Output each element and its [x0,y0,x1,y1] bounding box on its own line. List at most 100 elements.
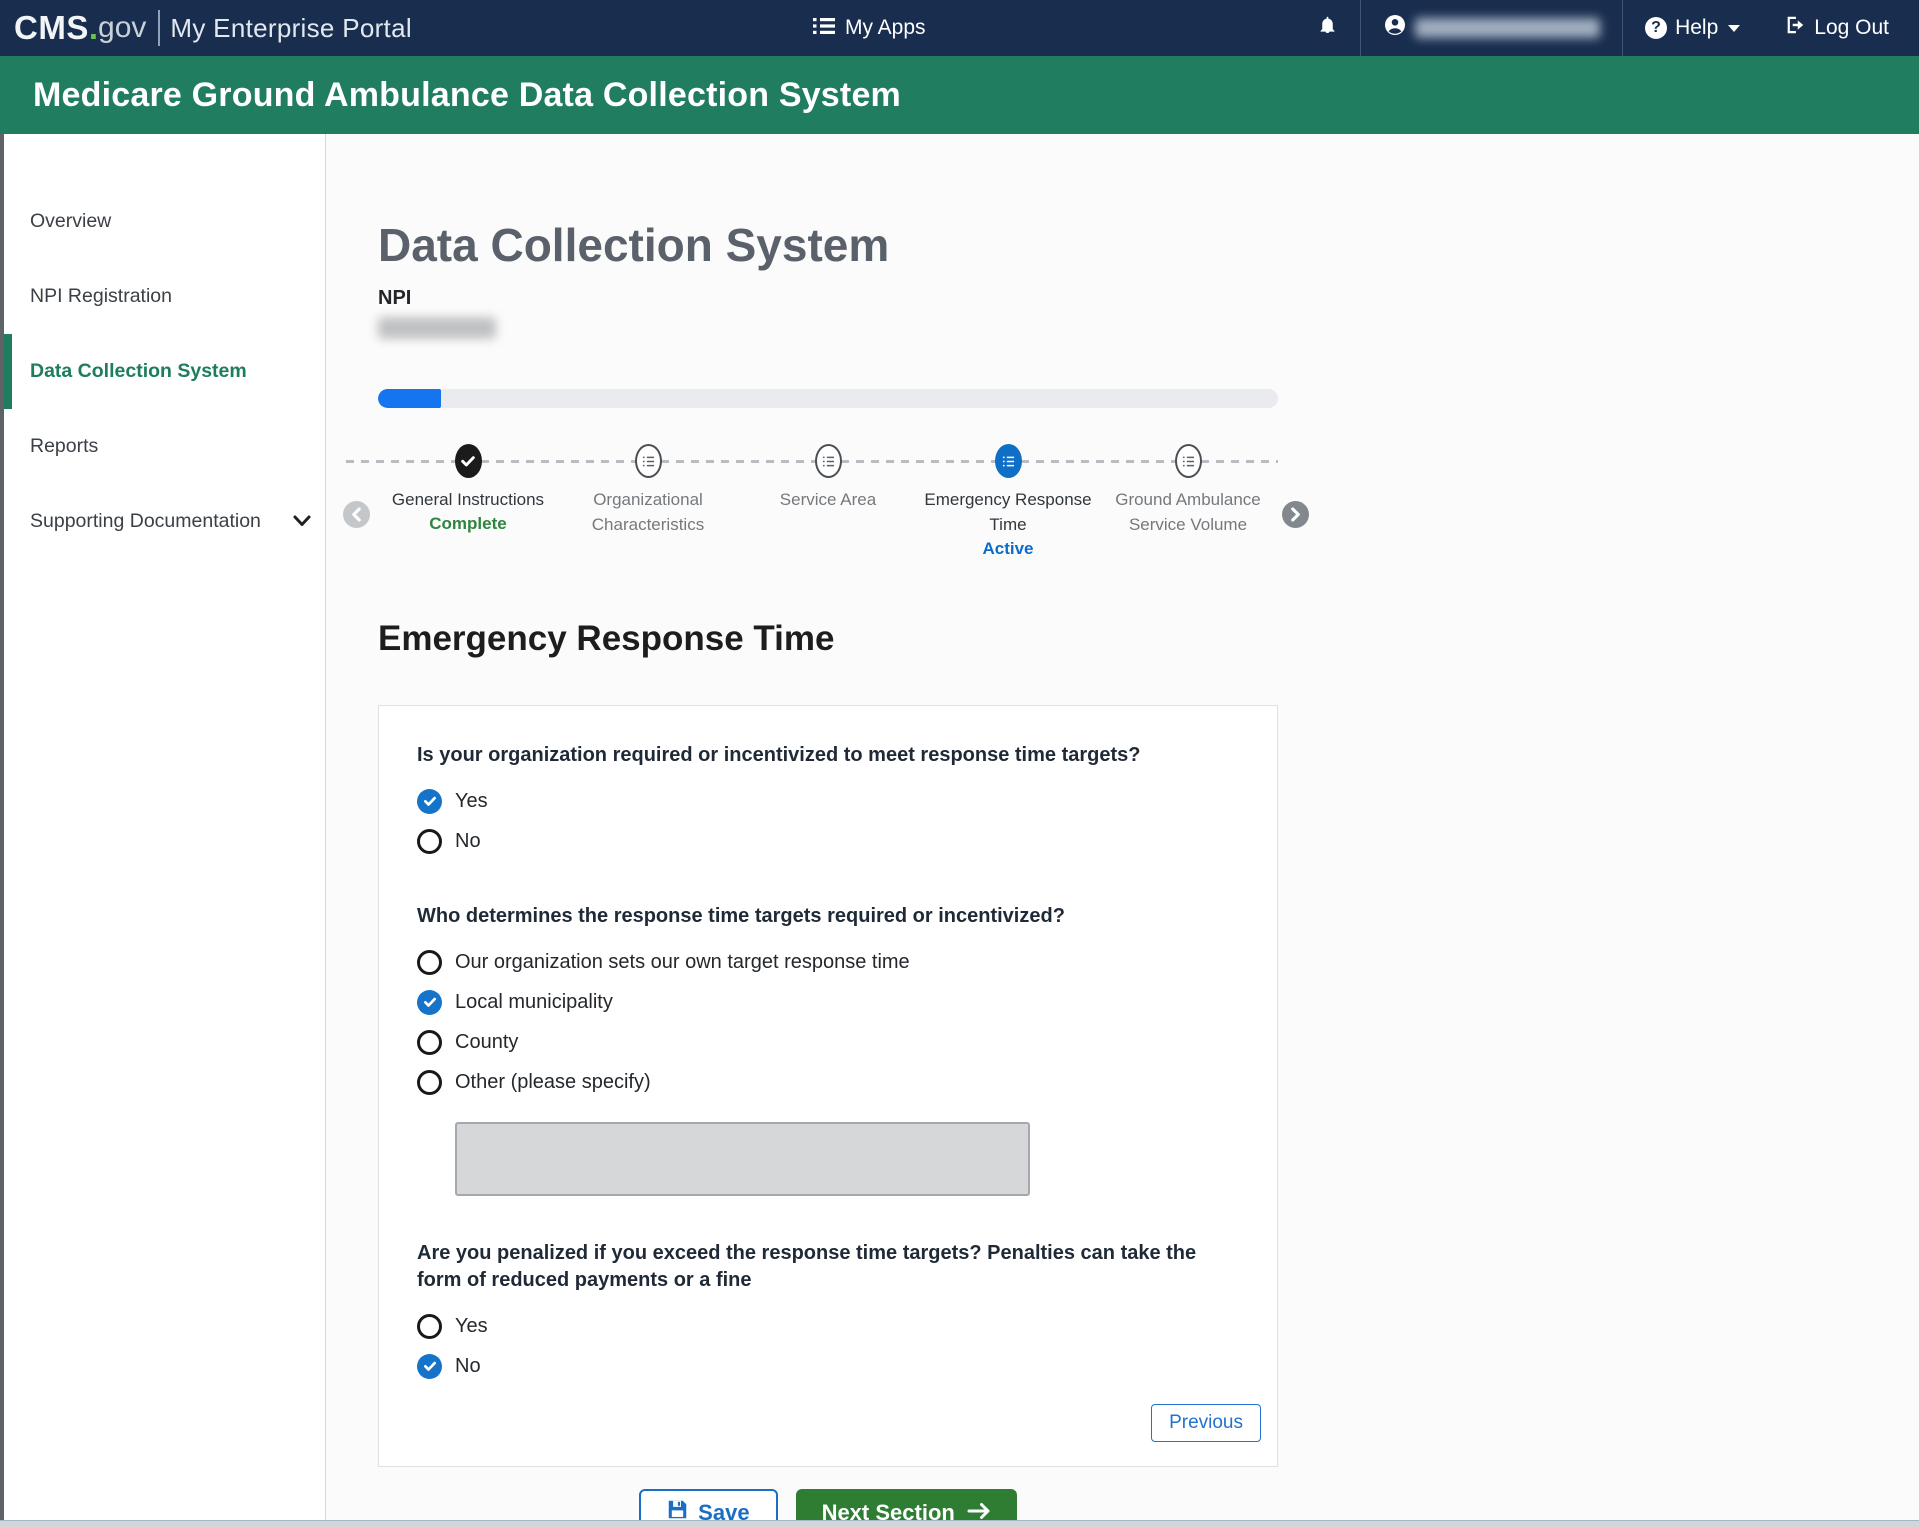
my-apps-label: My Apps [845,16,926,40]
step-label: Emergency Response Time [920,487,1096,537]
other-specify-textarea[interactable] [455,1122,1030,1196]
top-nav-bar: CMS . gov My Enterprise Portal My Apps [0,0,1919,56]
logout-button[interactable]: Log Out [1762,0,1919,56]
progress-bar [378,389,1278,408]
radio-label: Yes [455,790,488,813]
sidebar-item-reports[interactable]: Reports [4,409,325,484]
step-label: Ground Ambulance Service Volume [1100,487,1276,537]
radio-option-yes[interactable]: Yes [417,1306,1237,1346]
bottom-scrollbar-track[interactable] [0,1520,1919,1528]
step-general-instructions: General Instructions Complete [378,444,558,559]
step-ground-ambulance-service-volume: Ground Ambulance Service Volume [1098,444,1278,559]
sidebar-item-label: Overview [30,210,111,233]
help-menu[interactable]: ? Help [1623,0,1762,56]
question-2-text: Who determines the response time targets… [417,903,1227,930]
stepper-prev-arrow[interactable] [343,501,370,528]
question-3-text: Are you penalized if you exceed the resp… [417,1240,1227,1294]
radio-label: No [455,1355,481,1378]
notifications-button[interactable] [1295,0,1360,56]
radio-option-county[interactable]: County [417,1022,1237,1062]
sidebar-item-overview[interactable]: Overview [4,184,325,259]
bell-icon [1317,14,1338,43]
list-icon [812,16,836,41]
step-label: General Instructions [392,487,544,512]
step-status: Complete [429,514,506,534]
radio-checked-icon[interactable] [417,1354,442,1379]
sidebar-item-supporting-documentation[interactable]: Supporting Documentation [4,484,325,559]
sidebar-item-label: Supporting Documentation [30,510,261,533]
radio-unchecked-icon[interactable] [417,829,442,854]
step-list-icon-active[interactable] [995,444,1022,478]
portal-name: My Enterprise Portal [170,13,412,44]
top-right-nav: ? Help Log Out [1295,0,1919,56]
radio-option-local-municipality[interactable]: Local municipality [417,982,1237,1022]
step-list-icon[interactable] [815,444,842,478]
logout-icon [1784,14,1806,42]
section-stepper: General Instructions Complete Organizati… [378,444,1278,559]
sidebar-item-label: NPI Registration [30,285,172,308]
step-complete-check-icon[interactable] [455,444,482,478]
sidebar-item-label: Data Collection System [30,360,247,383]
previous-button[interactable]: Previous [1151,1404,1261,1442]
radio-option-other[interactable]: Other (please specify) [417,1062,1237,1102]
sidebar: Overview NPI Registration Data Collectio… [4,134,326,1528]
logout-label: Log Out [1814,16,1889,40]
step-label: Organizational Characteristics [560,487,736,537]
npi-label: NPI [378,287,1278,310]
step-label: Service Area [780,487,876,512]
radio-label: Our organization sets our own target res… [455,951,910,974]
cms-logo-dot: . [89,9,98,47]
help-label: Help [1675,16,1718,40]
radio-option-own-organization[interactable]: Our organization sets our own target res… [417,942,1237,982]
radio-unchecked-icon[interactable] [417,1030,442,1055]
help-icon: ? [1645,17,1667,39]
radio-option-yes[interactable]: Yes [417,781,1237,821]
user-icon [1383,13,1407,43]
radio-label: Other (please specify) [455,1071,651,1094]
question-1-text: Is your organization required or incenti… [417,742,1227,769]
app-title: Medicare Ground Ambulance Data Collectio… [33,76,901,115]
radio-unchecked-icon[interactable] [417,1070,442,1095]
radio-unchecked-icon[interactable] [417,950,442,975]
step-list-icon[interactable] [1175,444,1202,478]
step-emergency-response-time: Emergency Response Time Active [918,444,1098,559]
card-footer: Previous [417,1404,1261,1442]
radio-unchecked-icon[interactable] [417,1314,442,1339]
stepper-next-arrow[interactable] [1282,501,1309,528]
page: CMS . gov My Enterprise Portal My Apps [0,0,1919,1528]
radio-label: County [455,1031,518,1054]
user-name-redacted [1415,18,1600,38]
cms-logo[interactable]: CMS . gov My Enterprise Portal [0,9,412,47]
page-title: Data Collection System [378,218,1278,273]
main-content: Data Collection System NPI [326,134,1919,1528]
cms-logo-cms: CMS [14,9,89,47]
npi-value-redacted [378,317,496,339]
sidebar-item-label: Reports [30,435,98,458]
radio-option-no[interactable]: No [417,1346,1237,1386]
radio-checked-icon[interactable] [417,789,442,814]
radio-label: Local municipality [455,991,613,1014]
step-organizational-characteristics: Organizational Characteristics [558,444,738,559]
question-card: Is your organization required or incenti… [378,705,1278,1467]
section-title: Emergency Response Time [378,619,1278,659]
question-1-options: Yes No [417,781,1237,861]
progress-fill [378,389,441,408]
body: Overview NPI Registration Data Collectio… [0,134,1919,1528]
question-2-options: Our organization sets our own target res… [417,942,1237,1196]
radio-label: No [455,830,481,853]
radio-label: Yes [455,1315,488,1338]
step-status: Active [982,539,1033,559]
my-apps-button[interactable]: My Apps [812,0,926,56]
sidebar-item-npi-registration[interactable]: NPI Registration [4,259,325,334]
chevron-down-icon [293,510,311,533]
radio-checked-icon[interactable] [417,990,442,1015]
cms-logo-gov: gov [98,11,146,45]
question-3-options: Yes No [417,1306,1237,1386]
brand-divider [158,10,160,46]
chevron-down-icon [1728,25,1740,32]
app-banner: Medicare Ground Ambulance Data Collectio… [0,56,1919,134]
radio-option-no[interactable]: No [417,821,1237,861]
user-menu[interactable] [1361,0,1622,56]
sidebar-item-data-collection-system[interactable]: Data Collection System [4,334,325,409]
step-list-icon[interactable] [635,444,662,478]
